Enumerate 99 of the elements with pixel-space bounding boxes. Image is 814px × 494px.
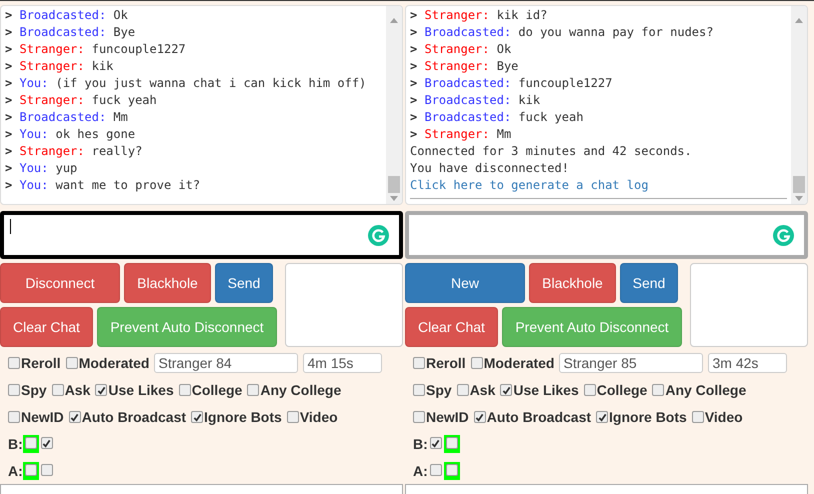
chat-message: > Stranger: kik (5, 58, 114, 75)
option-label: Reroll (21, 354, 61, 372)
option-label: Moderated (484, 354, 554, 372)
checkbox[interactable] (430, 464, 442, 476)
checkbox[interactable] (286, 411, 299, 423)
checkbox[interactable] (191, 411, 204, 423)
chat-message: > Stranger: fuck yeah (5, 92, 157, 109)
action-button[interactable]: Prevent Auto Disconnect (97, 307, 277, 347)
action-button[interactable]: Blackhole (124, 263, 211, 303)
action-button[interactable]: Send (620, 263, 678, 303)
grammar-icon[interactable] (368, 224, 389, 246)
checkbox[interactable] (178, 384, 191, 396)
checkbox[interactable] (500, 384, 512, 396)
checkbox[interactable] (66, 357, 78, 369)
action-button[interactable]: Clear Chat (405, 307, 498, 347)
chat-message: > You: ok hes gone (5, 126, 136, 143)
checkbox[interactable] (470, 357, 483, 369)
status-message: Connected for 3 minutes and 42 seconds. (410, 143, 693, 160)
checkbox[interactable] (652, 384, 664, 396)
option-label: Ask (64, 380, 90, 400)
checkbox[interactable] (24, 437, 37, 449)
option-label: Spy (21, 380, 47, 400)
checkbox[interactable] (413, 411, 425, 423)
option-label: Use Likes (513, 380, 579, 400)
option-label: Video (300, 408, 338, 426)
option-label: Reroll (426, 354, 466, 372)
checkbox[interactable] (596, 411, 608, 423)
chat-message: > You: want me to prove it? (5, 177, 200, 194)
checkbox[interactable] (68, 411, 81, 423)
option-label: Any College (260, 380, 342, 400)
grammar-icon[interactable] (773, 224, 794, 246)
checkbox[interactable] (474, 411, 486, 423)
action-button[interactable]: Send (215, 263, 273, 303)
chat-message: > Broadcasted: Bye (5, 24, 136, 41)
option-label: Ignore Bots (609, 408, 687, 427)
chat-log-link[interactable]: Click here to generate a chat log (410, 177, 648, 194)
text-cursor (10, 219, 11, 234)
scrollbar[interactable] (791, 6, 807, 204)
chat-message: > Stranger: really? (5, 143, 142, 160)
checkbox[interactable] (52, 384, 64, 396)
option-label: Use Likes (108, 380, 174, 400)
checkbox[interactable] (40, 464, 53, 476)
chat-message: > Broadcasted: Ok (5, 7, 128, 24)
option-label: College (596, 380, 648, 400)
option-label: Any College (665, 380, 746, 400)
option-label: Ignore Bots (204, 408, 282, 427)
checkbox[interactable] (40, 437, 53, 449)
checkbox[interactable] (247, 384, 260, 396)
scrollbar[interactable] (386, 6, 402, 204)
checkbox[interactable] (413, 384, 425, 396)
option-label: College (192, 380, 242, 400)
chat-message: > Broadcasted: fuck yeah (410, 109, 584, 126)
action-button[interactable]: New (405, 263, 525, 303)
message-input[interactable] (0, 211, 403, 259)
stranger-name-field[interactable]: Stranger 84 (154, 353, 298, 373)
chat-message: > Stranger: funcouple1227 (5, 41, 186, 58)
action-button[interactable]: Prevent Auto Disconnect (502, 307, 682, 347)
link-label: A: (8, 462, 23, 480)
chat-message: > You: yup (5, 160, 78, 177)
checkbox[interactable] (413, 357, 425, 369)
chat-message: > Stranger: Bye (410, 58, 518, 75)
checkbox[interactable] (456, 384, 469, 396)
option-label: NewID (426, 408, 469, 426)
option-label: NewID (21, 408, 64, 426)
checkbox[interactable] (692, 411, 704, 423)
status-message: You have disconnected! (410, 160, 570, 177)
option-label: Auto Broadcast (82, 408, 186, 426)
time-field[interactable]: 4m 15s (303, 353, 382, 373)
option-label: Video (704, 408, 743, 426)
checkbox[interactable] (8, 411, 20, 423)
option-label: Ask (470, 380, 496, 400)
chat-message: > You: (if you just wanna chat i can kick him off) (5, 75, 366, 92)
checkbox[interactable] (430, 437, 442, 449)
option-label: Spy (426, 380, 452, 400)
chat-message: > Stranger: kik id? (410, 7, 548, 24)
action-button[interactable]: Disconnect (0, 263, 120, 303)
checkbox[interactable] (8, 384, 20, 396)
checkbox[interactable] (584, 384, 596, 396)
chat-message: > Broadcasted: Mm (5, 109, 128, 126)
chat-message: > Broadcasted: kik (410, 92, 540, 109)
link-label: A: (413, 462, 428, 480)
message-input[interactable] (405, 211, 808, 259)
stranger-name-field[interactable]: Stranger 85 (559, 353, 704, 373)
checkbox[interactable] (24, 464, 37, 476)
option-label: Moderated (78, 354, 150, 372)
action-button[interactable]: Blackhole (529, 263, 616, 303)
checkbox[interactable] (95, 384, 108, 396)
checkbox[interactable] (446, 437, 458, 449)
checkbox[interactable] (8, 357, 20, 369)
chat-message: > Stranger: Mm (410, 126, 512, 143)
time-field[interactable]: 3m 42s (708, 353, 788, 373)
chat-message: > Broadcasted: do you wanna pay for nudes? (410, 24, 714, 41)
action-button[interactable]: Clear Chat (0, 307, 93, 347)
option-label: Auto Broadcast (486, 408, 592, 426)
link-label: B: (413, 434, 428, 454)
chat-message: > Broadcasted: funcouple1227 (410, 75, 612, 92)
checkbox[interactable] (446, 464, 458, 476)
chat-message: > Stranger: Ok (410, 41, 512, 58)
link-label: B: (8, 434, 23, 454)
